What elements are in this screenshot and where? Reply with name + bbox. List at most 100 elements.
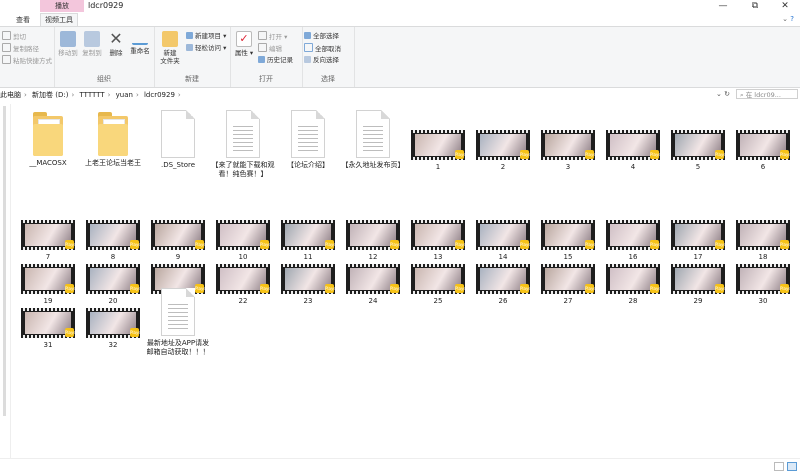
video-file-item[interactable]: Player 18 [731,220,795,261]
video-file-item[interactable]: Player 1 [406,130,470,171]
video-file-item[interactable]: Player 2 [471,130,535,171]
select-none-button[interactable]: 全部取消 [304,43,341,53]
tab-view[interactable]: 查看 [12,14,34,26]
properties-button[interactable]: ✓ 属性 ▾ [234,31,254,57]
player-badge-icon: Player [65,328,78,337]
breadcrumb-current[interactable]: ldcr0929 [144,91,175,99]
address-tools: ⌄ ↻ [716,90,730,98]
maximize-button[interactable]: ⧉ [740,0,770,12]
open-button[interactable]: 打开 ▾ [258,31,287,41]
folder-item[interactable]: __MACOSX [16,110,80,168]
address-bar[interactable]: 此电脑 › 新加卷 (D:) › TTTTTT › yuan › ldcr0929 › ⌄… [0,88,800,102]
video-file-item[interactable]: Player 32 [81,308,145,349]
document-file-item[interactable]: .DS_Store [146,110,210,170]
minimize-button[interactable]: — [708,0,738,12]
video-thumbnail-icon: Player [86,308,142,338]
player-badge-icon: Player [260,240,273,249]
chevron-down-icon[interactable]: ⌄ [782,15,788,23]
tab-play-context[interactable]: 播放 [40,0,84,12]
video-file-item[interactable]: Player 20 [81,264,145,305]
ribbon-group-organize: 移动到 复制到 ✕ 删除 重命名 组织 [54,27,155,87]
document-file-item[interactable]: 最新地址及APP请发邮箱自动获取！！！ [146,288,210,357]
chevron-right-icon[interactable]: › [136,91,139,99]
details-view-icon[interactable] [774,462,784,471]
video-file-item[interactable]: Player 23 [276,264,340,305]
help-icon[interactable]: ? [790,15,794,23]
refresh-icon[interactable]: ↻ [724,90,730,98]
video-file-item[interactable]: Player 29 [666,264,730,305]
video-file-item[interactable]: Player 15 [536,220,600,261]
chevron-right-icon[interactable]: › [178,91,181,99]
navigation-pane[interactable] [0,104,11,458]
paste-shortcut-button[interactable]: 粘贴快捷方式 [2,55,52,65]
ribbon-controls[interactable]: ⌄ ? [782,15,794,23]
video-file-item[interactable]: Player 13 [406,220,470,261]
video-file-item[interactable]: Player 30 [731,264,795,305]
folder-item[interactable]: 上老王论坛当老王 [81,110,145,168]
move-to-button[interactable]: 移动到 [56,31,80,57]
video-file-item[interactable]: Player 4 [601,130,665,171]
video-file-item[interactable]: Player 8 [81,220,145,261]
edit-button[interactable]: 编辑 [258,43,282,53]
video-file-item[interactable]: Player 28 [601,264,665,305]
search-input[interactable]: ⌕ 在 ldcr09... [736,89,798,99]
ribbon-group-select: 全部选择 全部取消 反向选择 选择 [302,27,355,87]
video-file-item[interactable]: Player 5 [666,130,730,171]
video-file-item[interactable]: Player 26 [471,264,535,305]
breadcrumb-tttttt[interactable]: TTTTTT [80,91,105,99]
file-name-label: 29 [693,297,703,305]
video-file-item[interactable]: Player 3 [536,130,600,171]
invert-selection-button[interactable]: 反向选择 [304,55,339,65]
cut-button[interactable]: 剪切 [2,31,26,41]
document-file-item[interactable]: 【论坛介绍】 [276,110,340,170]
file-name-label: 11 [303,253,313,261]
new-item-button[interactable]: 新建项目 ▾ [186,31,226,41]
file-list: __MACOSX 上老王论坛当老王 .DS_Store 【来了就能下载和观看！纯色赛！… [16,106,800,458]
video-file-item[interactable]: Player 12 [341,220,405,261]
large-icons-view-icon[interactable] [787,462,797,471]
video-file-item[interactable]: Player 24 [341,264,405,305]
video-file-item[interactable]: Player 11 [276,220,340,261]
video-file-item[interactable]: Player 14 [471,220,535,261]
tab-video-tools[interactable]: 视频工具 [40,13,78,26]
rename-button[interactable]: 重命名 [128,31,152,55]
chevron-right-icon[interactable]: › [24,91,27,99]
player-badge-icon: Player [455,284,468,293]
ribbon-group-label: 组织 [97,75,111,83]
chevron-right-icon[interactable]: › [108,91,111,99]
video-file-item[interactable]: Player 9 [146,220,210,261]
close-button[interactable]: ✕ [770,0,800,12]
video-file-item[interactable]: Player 22 [211,264,275,305]
video-file-item[interactable]: Player 17 [666,220,730,261]
select-all-icon [304,32,311,39]
chevron-right-icon[interactable]: › [71,91,74,99]
select-all-button[interactable]: 全部选择 [304,31,339,41]
video-file-item[interactable]: Player 16 [601,220,665,261]
dropdown-icon[interactable]: ⌄ [716,90,722,98]
easy-access-button[interactable]: 轻松访问 ▾ [186,43,226,53]
document-file-item[interactable]: 【永久地址发布页】 [341,110,405,170]
new-folder-button[interactable]: 新建 文件夹 [158,31,182,65]
video-thumbnail-icon: Player [346,220,402,250]
copy-to-button[interactable]: 复制到 [80,31,104,57]
player-badge-icon: Player [715,150,728,159]
video-file-item[interactable]: Player 25 [406,264,470,305]
document-icon [356,110,390,158]
video-file-item[interactable]: Player 6 [731,130,795,171]
video-file-item[interactable]: Player 27 [536,264,600,305]
breadcrumb-this-pc[interactable]: 此电脑 [0,91,21,99]
navigation-scrollbar[interactable] [3,106,6,416]
delete-button[interactable]: ✕ 删除 [106,31,126,58]
history-button[interactable]: 历史记录 [258,55,293,65]
document-file-item[interactable]: 【来了就能下载和观看！纯色赛！】 [211,110,275,179]
copy-path-button[interactable]: 复制路径 [2,43,39,53]
invert-selection-icon [304,56,311,63]
breadcrumb-yuan[interactable]: yuan [116,91,133,99]
video-file-item[interactable]: Player 19 [16,264,80,305]
video-file-item[interactable]: Player 7 [16,220,80,261]
breadcrumb-drive[interactable]: 新加卷 (D:) [32,91,68,99]
ribbon-group-label: 打开 [259,75,273,83]
video-thumbnail-icon: Player [606,264,662,294]
video-file-item[interactable]: Player 31 [16,308,80,349]
video-file-item[interactable]: Player 10 [211,220,275,261]
